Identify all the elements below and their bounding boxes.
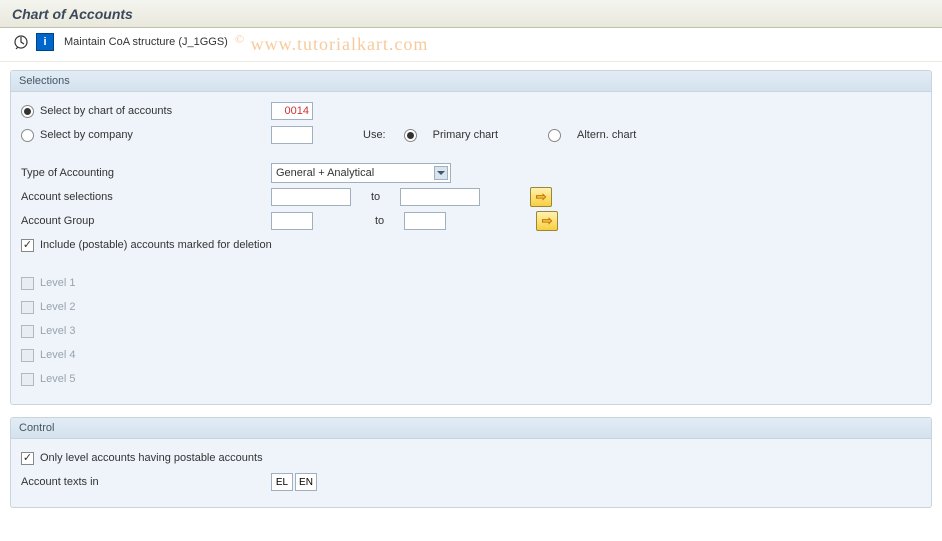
chevron-down-icon <box>434 166 448 180</box>
checkbox-level-3 <box>21 325 34 338</box>
label-include-deletion: Include (postable) accounts marked for d… <box>40 239 272 251</box>
label-level-2: Level 2 <box>40 301 75 313</box>
label-type-of-accounting: Type of Accounting <box>21 167 114 179</box>
selections-header: Selections <box>11 71 931 92</box>
dropdown-value: General + Analytical <box>276 167 374 179</box>
to-label-2: to <box>375 215 384 227</box>
checkbox-level-5 <box>21 373 34 386</box>
checkbox-include-deletion[interactable] <box>21 239 34 252</box>
info-icon[interactable]: i <box>36 33 54 51</box>
checkbox-only-level[interactable] <box>21 452 34 465</box>
lang-input-1[interactable] <box>271 473 293 491</box>
radio-primary-chart[interactable] <box>404 129 417 142</box>
label-level-1: Level 1 <box>40 277 75 289</box>
toolbar: i Maintain CoA structure (J_1GGS) <box>0 28 942 62</box>
execute-icon[interactable] <box>12 33 30 51</box>
label-account-group: Account Group <box>21 215 94 227</box>
label-altern-chart: Altern. chart <box>577 129 636 141</box>
to-label-1: to <box>371 191 380 203</box>
type-of-accounting-dropdown[interactable]: General + Analytical <box>271 163 451 183</box>
account-group-from[interactable] <box>271 212 313 230</box>
use-label: Use: <box>363 129 386 141</box>
toolbar-label: Maintain CoA structure (J_1GGS) <box>64 36 228 48</box>
account-selections-from[interactable] <box>271 188 351 206</box>
checkbox-level-1 <box>21 277 34 290</box>
label-level-3: Level 3 <box>40 325 75 337</box>
multiple-selection-button-2[interactable] <box>536 211 558 231</box>
chart-of-accounts-input[interactable] <box>271 102 313 120</box>
checkbox-level-2 <box>21 301 34 314</box>
lang-input-2[interactable] <box>295 473 317 491</box>
page-title: Chart of Accounts <box>12 6 930 22</box>
checkbox-level-4 <box>21 349 34 362</box>
control-group: Control Only level accounts having posta… <box>10 417 932 508</box>
account-group-to[interactable] <box>404 212 446 230</box>
control-header: Control <box>11 418 931 439</box>
radio-select-by-chart[interactable] <box>21 105 34 118</box>
label-account-selections: Account selections <box>21 191 113 203</box>
account-selections-to[interactable] <box>400 188 480 206</box>
main-content: Selections Select by chart of accounts S… <box>0 62 942 528</box>
label-select-by-chart: Select by chart of accounts <box>40 105 172 117</box>
label-primary-chart: Primary chart <box>433 129 498 141</box>
label-only-level: Only level accounts having postable acco… <box>40 452 263 464</box>
radio-select-by-company[interactable] <box>21 129 34 142</box>
selections-group: Selections Select by chart of accounts S… <box>10 70 932 405</box>
label-level-5: Level 5 <box>40 373 75 385</box>
label-select-by-company: Select by company <box>40 129 133 141</box>
radio-altern-chart[interactable] <box>548 129 561 142</box>
title-bar: Chart of Accounts <box>0 0 942 28</box>
company-input[interactable] <box>271 126 313 144</box>
label-account-texts: Account texts in <box>21 476 99 488</box>
label-level-4: Level 4 <box>40 349 75 361</box>
multiple-selection-button-1[interactable] <box>530 187 552 207</box>
